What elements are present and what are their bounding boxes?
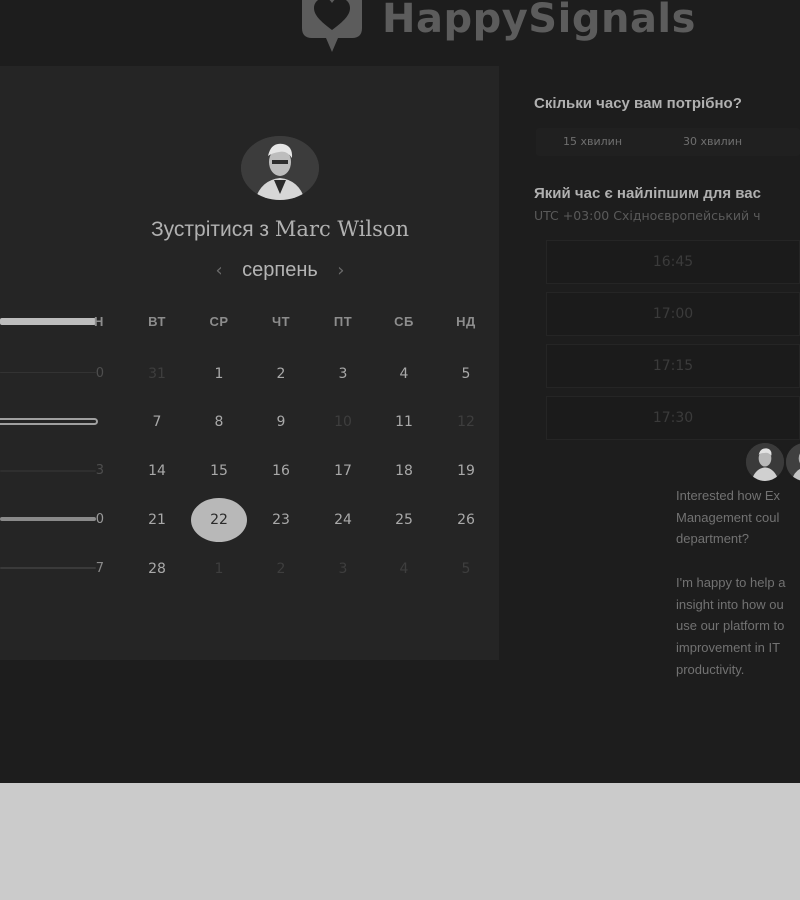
time-slot[interactable]: 17:00 [546,292,800,336]
weekday-header: ПТ [333,314,353,329]
time-question: Який час є найліпшим для вас [534,185,761,202]
description-line: use our platform to [676,618,785,634]
duration-option-30[interactable]: 30 хвилин [683,128,742,156]
avatar [744,441,786,483]
weekday-header: НД [456,314,476,329]
meeting-title: Зустрітися з Marc Wilson [0,217,560,242]
weekday-header: Н [94,314,104,329]
day-cell[interactable]: 28 [132,559,182,579]
host-avatar [241,136,319,200]
time-slot[interactable]: 16:45 [546,240,800,284]
day-cell[interactable]: 8 [194,412,244,432]
day-cell[interactable]: 2 [256,559,306,579]
host-name: Marc Wilson [274,217,410,241]
weekday-header: ЧТ [271,314,291,329]
host-description: Interested how Ex Management coul depart… [676,485,800,702]
description-line: I'm happy to help a [676,574,786,590]
description-line: department? [676,531,749,547]
weekday-header: СБ [394,314,414,329]
day-cell[interactable]: 17 [318,461,368,481]
duration-option-15[interactable]: 15 хвилин [563,128,622,156]
day-cell[interactable]: 1 [194,364,244,384]
day-cell[interactable]: 14 [132,461,182,481]
day-cell[interactable]: 25 [379,510,429,530]
day-cell[interactable]: 18 [379,461,429,481]
selected-day-cell[interactable]: 22 [191,498,247,542]
description-line: improvement in IT [676,639,781,655]
day-cell[interactable]: 0 [80,512,104,527]
weekday-header: СР [209,314,229,329]
day-cell[interactable]: 21 [132,510,182,530]
title-prefix: Зустрітися з [150,218,270,241]
day-cell[interactable]: 3 [80,463,104,478]
description-line: productivity. [676,661,745,677]
day-cell[interactable]: 12 [441,412,491,432]
person-photo-icon [241,136,319,200]
duration-selector: 15 хвилин 30 хвилин [536,128,800,156]
description-line: Interested how Ex [676,488,781,503]
description-line: Management coul [676,509,780,525]
day-cell[interactable]: 19 [441,461,491,481]
day-cell[interactable]: 7 [132,412,182,432]
day-cell[interactable]: 23 [256,510,306,530]
day-cell[interactable]: 31 [132,364,182,384]
month-navigation: ‹ серпень › [0,259,560,282]
below-fold-area [0,783,800,900]
day-cell[interactable]: 11 [379,412,429,432]
day-cell[interactable]: 15 [194,461,244,481]
heart-chat-icon [302,0,362,52]
chevron-right-icon[interactable]: › [332,260,350,281]
person-photo-icon [746,443,784,481]
day-cell[interactable]: 3 [318,559,368,579]
row-bar [0,418,98,425]
day-cell[interactable]: 5 [441,559,491,579]
booking-page: HappySignals Зустрітися з Marc Wilson ‹ … [0,0,800,783]
month-label: серпень [242,259,318,281]
weekday-header: ВТ [148,314,166,329]
day-cell[interactable]: 2 [256,364,306,384]
day-cell[interactable]: 7 [80,561,104,576]
time-slot[interactable]: 17:30 [546,396,800,440]
day-cell[interactable]: 24 [318,510,368,530]
time-slot[interactable]: 17:15 [546,344,800,388]
day-cell[interactable]: 3 [318,364,368,384]
duration-question: Скільки часу вам потрібно? [534,95,742,112]
person-photo-icon [786,443,800,481]
description-line: insight into how ou [676,596,784,612]
avatar [784,441,800,483]
timezone-selector[interactable]: UTC +03:00 Східноєвропейський ч [534,208,760,223]
host-avatar-group [744,441,800,483]
day-cell[interactable]: 4 [379,559,429,579]
day-cell[interactable]: 26 [441,510,491,530]
day-cell[interactable]: 0 [80,366,104,381]
day-cell[interactable]: 10 [318,412,368,432]
day-cell[interactable]: 4 [379,364,429,384]
day-cell[interactable]: 1 [194,559,244,579]
day-cell[interactable]: 9 [256,412,306,432]
day-cell[interactable]: 16 [256,461,306,481]
day-cell[interactable]: 5 [441,364,491,384]
chevron-left-icon[interactable]: ‹ [210,260,228,281]
scheduling-options: Скільки часу вам потрібно? 15 хвилин 30 … [534,0,800,783]
